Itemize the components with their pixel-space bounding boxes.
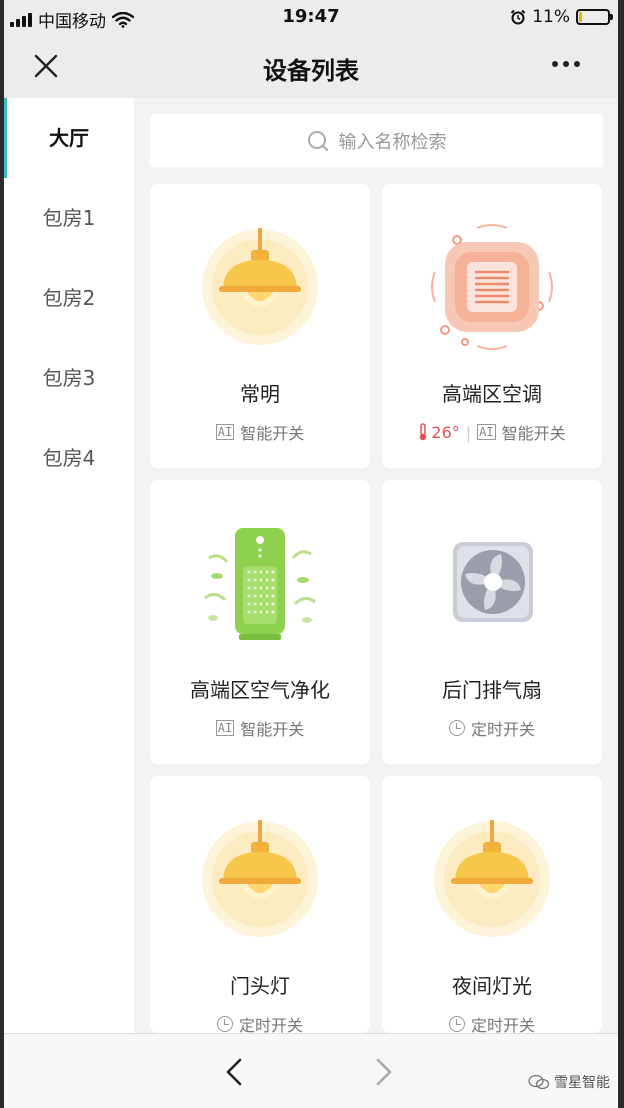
device-name: 常明 — [240, 382, 280, 406]
device-mode: AI 智能开关 — [150, 716, 370, 740]
nav-bar: 设备列表 — [4, 34, 618, 98]
temperature-reading: 26° — [418, 422, 460, 442]
device-mode-label: 智能开关 — [240, 720, 305, 739]
air-purifier-icon — [204, 528, 316, 640]
device-mode: AI 智能开关 — [150, 420, 370, 444]
sidebar-item-lobby[interactable]: 大厅 — [4, 98, 134, 178]
device-name: 门头灯 — [230, 974, 290, 998]
status-right: 11% — [510, 7, 613, 27]
sidebar-item-room-1[interactable]: 包房1 — [4, 178, 134, 258]
sidebar-item-room-2[interactable]: 包房2 — [4, 258, 134, 338]
forward-arrow-icon[interactable] — [372, 1056, 396, 1088]
separator: | — [465, 422, 472, 442]
device-card-exhaust-fan[interactable]: 后门排气扇 定时开关 — [382, 480, 602, 764]
sidebar-item-room-3[interactable]: 包房3 — [4, 338, 134, 418]
device-mode: 定时开关 — [382, 1012, 602, 1033]
lamp-icon — [434, 820, 550, 937]
device-mode-label: 定时开关 — [238, 1016, 303, 1033]
lamp-icon — [202, 228, 318, 345]
device-name: 夜间灯光 — [452, 974, 532, 998]
search-placeholder: 输入名称检索 — [338, 131, 447, 153]
device-name: 后门排气扇 — [442, 678, 542, 702]
alarm-icon — [510, 9, 526, 25]
bottom-nav-bar: 雪星智能 — [4, 1033, 618, 1108]
clock-icon — [216, 1016, 233, 1032]
device-card-night-lighting[interactable]: 夜间灯光 定时开关 — [382, 776, 602, 1033]
wechat-icon — [528, 1074, 550, 1090]
device-card-air-purifier[interactable]: 高端区空气净化 AI 智能开关 — [150, 480, 370, 764]
ai-icon: AI — [477, 424, 496, 440]
device-mode-label: 定时开关 — [470, 720, 535, 739]
device-mode-label: 定时开关 — [470, 1016, 535, 1033]
app-screen: 中国移动 19:47 11% 设备列表 大厅 包房1 包房2 包房3 包房4 输… — [4, 0, 618, 1108]
thermometer-icon — [420, 423, 427, 441]
more-menu-icon[interactable] — [552, 54, 586, 74]
device-mode-label: 智能开关 — [240, 424, 305, 443]
exhaust-fan-icon — [453, 542, 533, 622]
battery-level-fill — [579, 12, 582, 22]
device-card-door-lamp[interactable]: 门头灯 定时开关 — [150, 776, 370, 1033]
device-card-air-conditioner[interactable]: 高端区空调 26° | AI 智能开关 — [382, 184, 602, 468]
device-name: 高端区空调 — [442, 382, 542, 406]
device-mode: 26° | AI 智能开关 — [382, 420, 602, 444]
temperature-value: 26° — [431, 422, 460, 442]
device-name: 高端区空气净化 — [190, 678, 330, 702]
battery-icon — [576, 9, 613, 25]
page-title: 设备列表 — [263, 57, 359, 85]
air-conditioner-icon — [431, 224, 553, 350]
search-icon — [307, 130, 328, 151]
back-arrow-icon[interactable] — [222, 1056, 246, 1088]
lamp-icon — [202, 820, 318, 937]
watermark-label: 雪星智能 — [554, 1075, 610, 1091]
device-mode-label: 智能开关 — [501, 424, 566, 443]
watermark: 雪星智能 — [528, 1072, 610, 1092]
status-bar: 中国移动 19:47 11% — [4, 0, 618, 34]
ai-icon: AI — [215, 424, 235, 440]
ai-icon: AI — [215, 720, 235, 736]
sidebar-item-room-4[interactable]: 包房4 — [4, 418, 134, 498]
clock-icon — [448, 720, 465, 736]
device-mode: 定时开关 — [382, 716, 602, 740]
battery-percent: 11% — [532, 7, 570, 27]
room-sidebar: 大厅 包房1 包房2 包房3 包房4 — [4, 98, 134, 1033]
device-mode: 定时开关 — [150, 1012, 370, 1033]
clock-icon — [448, 1016, 465, 1032]
device-card-changming[interactable]: 常明 AI 智能开关 — [150, 184, 370, 468]
search-input[interactable]: 输入名称检索 — [150, 114, 603, 167]
